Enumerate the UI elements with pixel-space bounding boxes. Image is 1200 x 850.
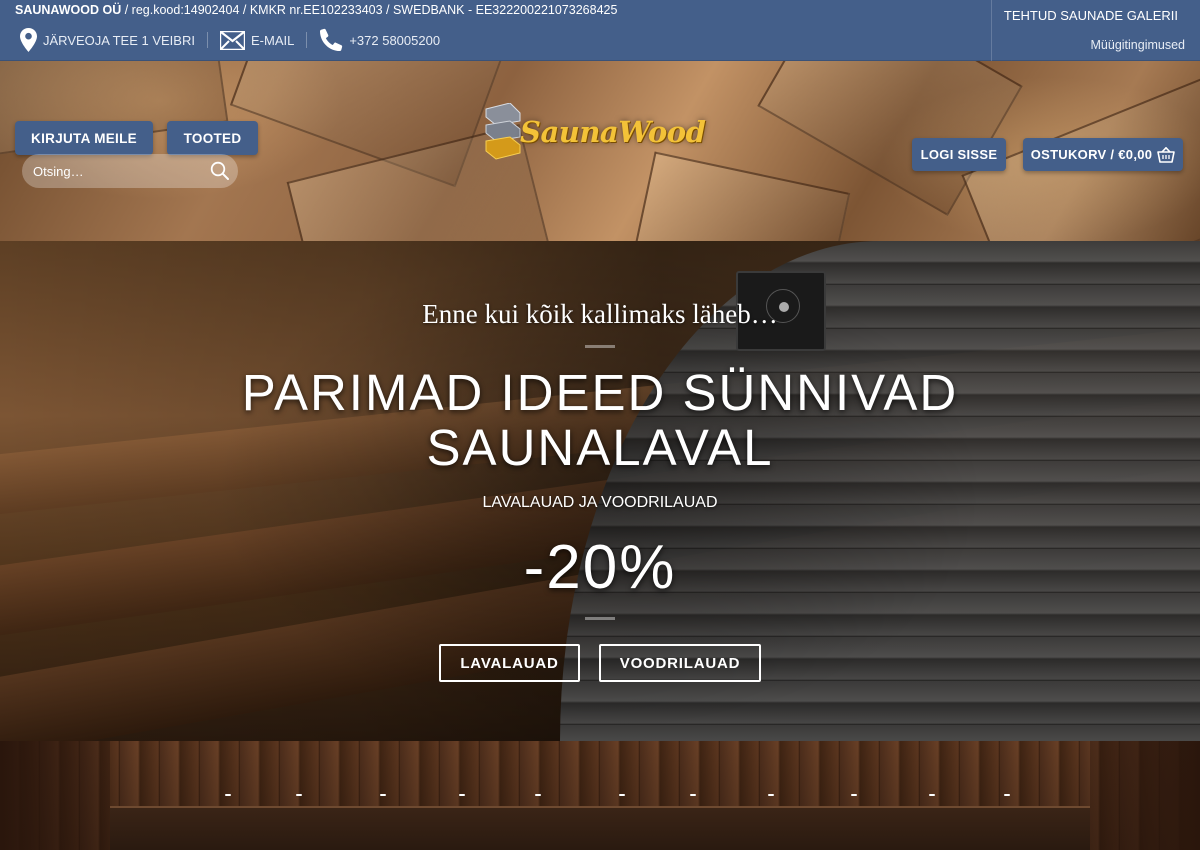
terms-link[interactable]: Müügitingimused bbox=[1091, 38, 1186, 52]
logo-mark bbox=[485, 103, 521, 160]
logo-text: SaunaWood bbox=[520, 115, 706, 149]
sauna-preview-image bbox=[0, 741, 1200, 850]
phone-link[interactable]: +372 58005200 bbox=[319, 28, 440, 52]
separator bbox=[306, 32, 308, 48]
company-info: SAUNAWOOD OÜ / reg.kood:14902404 / KMKR … bbox=[15, 3, 617, 17]
envelope-icon bbox=[219, 30, 245, 50]
search-icon[interactable] bbox=[210, 161, 230, 181]
company-name: SAUNAWOOD OÜ bbox=[15, 3, 122, 17]
email-link[interactable]: E-MAIL bbox=[219, 30, 295, 50]
search-box bbox=[22, 154, 238, 188]
site-logo[interactable]: SaunaWood bbox=[484, 103, 720, 161]
hero-subtitle: Enne kui kõik kallimaks läheb… bbox=[422, 299, 778, 329]
search-input[interactable] bbox=[22, 154, 202, 188]
cart-label: OSTUKORV / €0,00 bbox=[1030, 147, 1153, 162]
ceiling-light bbox=[1004, 794, 1010, 796]
hero-divider bbox=[585, 345, 615, 348]
ceiling-light bbox=[459, 794, 465, 796]
bench-boards-button[interactable]: LAVALAUAD bbox=[439, 644, 580, 682]
lining-boards-button[interactable]: VOODRILAUAD bbox=[599, 644, 761, 682]
email-text: E-MAIL bbox=[250, 32, 295, 48]
hero-products-line: LAVALAUAD JA VOODRILAUAD bbox=[482, 494, 718, 511]
ceiling-light bbox=[929, 794, 935, 796]
separator bbox=[206, 32, 208, 48]
company-details: / reg.kood:14902404 / KMKR nr.EE10223340… bbox=[121, 3, 618, 17]
phone-text: +372 58005200 bbox=[349, 32, 441, 48]
ceiling-light bbox=[535, 794, 541, 796]
ceiling-light bbox=[296, 794, 302, 796]
write-us-button[interactable]: KIRJUTA MEILE bbox=[15, 121, 153, 155]
products-button[interactable]: TOOTED bbox=[167, 121, 258, 155]
wood-tile bbox=[629, 151, 851, 241]
address-link[interactable]: JÄRVEOJA TEE 1 VEIBRI bbox=[20, 28, 195, 52]
top-bar: SAUNAWOOD OÜ / reg.kood:14902404 / KMKR … bbox=[0, 0, 1200, 61]
phone-icon bbox=[320, 28, 343, 51]
cart-button[interactable]: OSTUKORV / €0,00 bbox=[1023, 138, 1183, 171]
site-header: KIRJUTA MEILE TOOTED SaunaWood LOGI SISS… bbox=[0, 61, 1200, 241]
hero-headline: PARIMAD IDEED SÜNNIVAD SAUNALAVAL bbox=[150, 365, 1050, 475]
hero-divider bbox=[585, 617, 615, 620]
contact-bar: JÄRVEOJA TEE 1 VEIBRI E-MAIL +372 580052… bbox=[20, 27, 440, 53]
hero-banner: Enne kui kõik kallimaks läheb… PARIMAD I… bbox=[0, 241, 1200, 741]
headline-line-2: SAUNALAVAL bbox=[426, 419, 774, 476]
headline-line-1: PARIMAD IDEED SÜNNIVAD bbox=[241, 364, 959, 421]
ceiling-light bbox=[619, 794, 625, 796]
gallery-link[interactable]: TEHTUD SAUNADE GALERII bbox=[1004, 8, 1178, 23]
login-button[interactable]: LOGI SISSE bbox=[912, 138, 1006, 171]
top-nav-right: TEHTUD SAUNADE GALERII Müügitingimused bbox=[991, 0, 1200, 61]
side-wall-left bbox=[0, 741, 110, 850]
basket-icon bbox=[1157, 146, 1176, 163]
side-wall-right bbox=[1090, 741, 1200, 850]
ceiling-light bbox=[225, 794, 231, 796]
address-text: JÄRVEOJA TEE 1 VEIBRI bbox=[43, 32, 195, 48]
ceiling-light bbox=[768, 794, 774, 796]
ceiling-light bbox=[690, 794, 696, 796]
back-wall bbox=[110, 806, 1090, 850]
ceiling-light bbox=[851, 794, 857, 796]
hero-discount: -20% bbox=[523, 533, 677, 602]
map-pin-icon bbox=[20, 28, 37, 52]
ceiling-light bbox=[380, 794, 386, 796]
